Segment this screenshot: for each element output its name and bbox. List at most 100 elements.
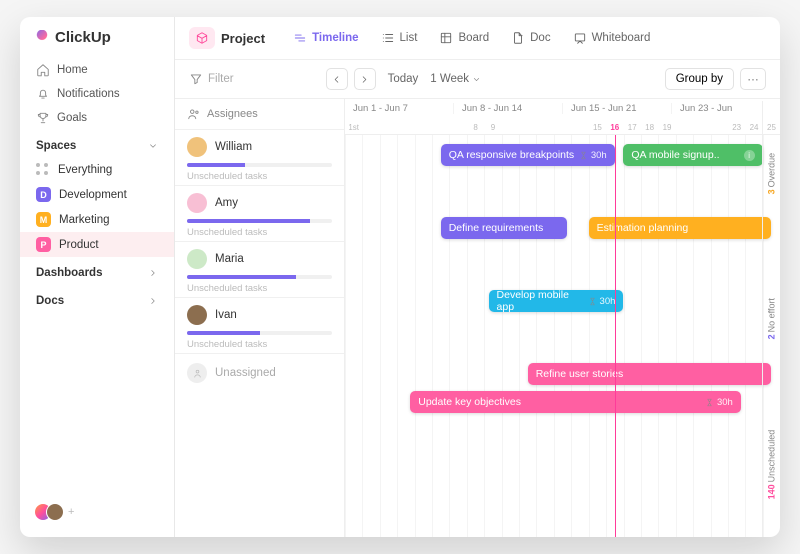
day-label: 16 bbox=[606, 123, 623, 132]
prev-button[interactable] bbox=[326, 68, 348, 90]
assignee-header[interactable]: Assignees bbox=[175, 99, 344, 129]
edge-unscheduled[interactable]: 140Unscheduled bbox=[763, 392, 780, 537]
day-label bbox=[711, 123, 728, 132]
today-indicator bbox=[615, 135, 616, 537]
tab-board[interactable]: Board bbox=[431, 27, 497, 49]
space-badge-m: M bbox=[36, 212, 51, 227]
tab-timeline-label: Timeline bbox=[312, 32, 358, 44]
day-label: 15 bbox=[589, 123, 606, 132]
task-label: Update key objectives bbox=[418, 396, 521, 408]
tab-list[interactable]: List bbox=[373, 27, 426, 49]
filter-button[interactable]: Filter bbox=[189, 72, 234, 86]
brand-logo[interactable]: ClickUp bbox=[20, 29, 174, 58]
assignee-name: William bbox=[215, 141, 252, 153]
filter-icon bbox=[189, 72, 203, 86]
task-label: QA mobile signup.. bbox=[631, 149, 719, 161]
nav-goals[interactable]: Goals bbox=[28, 106, 166, 130]
edge-summary: 3Overdue 2No effort 140Unscheduled bbox=[762, 101, 780, 537]
day-label bbox=[380, 123, 397, 132]
day-label: 9 bbox=[484, 123, 501, 132]
space-everything[interactable]: Everything bbox=[20, 158, 174, 182]
hourglass-icon bbox=[579, 151, 588, 160]
task-meta: 30h bbox=[600, 296, 616, 307]
progress-bar bbox=[187, 219, 332, 223]
task-label: Define requirements bbox=[449, 222, 544, 234]
avatar bbox=[187, 137, 207, 157]
spaces-header[interactable]: Spaces bbox=[20, 130, 174, 158]
today-label[interactable]: Today bbox=[388, 73, 419, 85]
timeline-canvas[interactable]: Jun 1 - Jun 7 Jun 8 - Jun 14 Jun 15 - Ju… bbox=[345, 99, 780, 537]
tab-whiteboard[interactable]: Whiteboard bbox=[565, 27, 659, 49]
tab-doc[interactable]: Doc bbox=[503, 27, 558, 49]
nav-home-label: Home bbox=[57, 64, 88, 76]
task-qa-responsive[interactable]: QA responsive breakpoints 30h bbox=[441, 144, 615, 166]
day-label bbox=[397, 123, 414, 132]
day-label bbox=[693, 123, 710, 132]
day-label: 1st bbox=[345, 123, 362, 132]
task-label: QA responsive breakpoints bbox=[449, 149, 575, 161]
task-qa-mobile[interactable]: QA mobile signup.. i bbox=[623, 144, 762, 166]
assignee-row-ivan[interactable]: Ivan Unscheduled tasks bbox=[175, 297, 344, 353]
trophy-icon bbox=[36, 111, 50, 125]
unscheduled-label: Unscheduled tasks bbox=[187, 283, 332, 294]
day-label bbox=[449, 123, 466, 132]
task-refine-stories[interactable]: Refine user stories bbox=[528, 363, 772, 385]
task-label: Develop mobile app bbox=[497, 290, 588, 312]
filter-label: Filter bbox=[208, 73, 234, 85]
app-window: ClickUp Home Notifications Goals Spaces … bbox=[20, 17, 780, 537]
space-development-label: Development bbox=[59, 189, 127, 201]
tab-list-label: List bbox=[400, 32, 418, 44]
chevron-right-icon bbox=[148, 268, 158, 278]
assignee-row-maria[interactable]: Maria Unscheduled tasks bbox=[175, 241, 344, 297]
edge-overdue[interactable]: 3Overdue bbox=[763, 101, 780, 246]
project-chip[interactable] bbox=[189, 27, 215, 49]
docs-header[interactable]: Docs bbox=[20, 285, 174, 313]
day-label bbox=[536, 123, 553, 132]
task-update-objectives[interactable]: Update key objectives 30h bbox=[410, 391, 741, 413]
assignee-row-william[interactable]: William Unscheduled tasks bbox=[175, 129, 344, 185]
timeline-icon bbox=[293, 31, 307, 45]
day-label bbox=[432, 123, 449, 132]
range-select[interactable]: 1 Week bbox=[430, 73, 481, 85]
task-estimation-planning[interactable]: Estimation planning bbox=[589, 217, 772, 239]
avatar bbox=[187, 193, 207, 213]
task-define-requirements[interactable]: Define requirements bbox=[441, 217, 567, 239]
task-develop-mobile[interactable]: Develop mobile app 30h bbox=[489, 290, 624, 312]
grid-icon bbox=[36, 163, 50, 177]
info-icon: i bbox=[744, 150, 755, 161]
progress-bar bbox=[187, 331, 332, 335]
assignee-row-amy[interactable]: Amy Unscheduled tasks bbox=[175, 185, 344, 241]
day-label: 18 bbox=[641, 123, 658, 132]
day-label bbox=[502, 123, 519, 132]
more-button[interactable]: ⋯ bbox=[740, 68, 766, 90]
task-meta: 30h bbox=[717, 397, 733, 408]
nav-notifications[interactable]: Notifications bbox=[28, 82, 166, 106]
dashboards-header[interactable]: Dashboards bbox=[20, 257, 174, 285]
next-button[interactable] bbox=[354, 68, 376, 90]
avatar bbox=[187, 305, 207, 325]
unscheduled-label: Unscheduled tasks bbox=[187, 171, 332, 182]
user-avatars[interactable]: + bbox=[20, 495, 174, 529]
space-development[interactable]: D Development bbox=[20, 182, 174, 207]
timeline-body: Assignees William Unscheduled tasks Amy … bbox=[175, 99, 780, 537]
tab-board-label: Board bbox=[458, 32, 489, 44]
add-user-icon[interactable]: + bbox=[68, 506, 74, 518]
project-label: Project bbox=[221, 31, 265, 46]
group-by-button[interactable]: Group by bbox=[665, 68, 734, 90]
assignee-row-unassigned[interactable]: Unassigned bbox=[175, 353, 344, 388]
task-meta: 30h bbox=[591, 150, 607, 161]
space-marketing[interactable]: M Marketing bbox=[20, 207, 174, 232]
day-label: 24 bbox=[745, 123, 762, 132]
tab-timeline[interactable]: Timeline bbox=[285, 27, 366, 49]
week-label: Jun 1 - Jun 7 bbox=[345, 103, 453, 114]
space-product[interactable]: P Product bbox=[20, 232, 174, 257]
edge-noeffort[interactable]: 2No effort bbox=[763, 246, 780, 391]
chevron-down-icon bbox=[148, 141, 158, 151]
day-label: 23 bbox=[728, 123, 745, 132]
brand-name: ClickUp bbox=[55, 29, 111, 46]
chevron-down-icon bbox=[472, 75, 481, 84]
unscheduled-label: Unscheduled tasks bbox=[187, 339, 332, 350]
space-badge-d: D bbox=[36, 187, 51, 202]
nav-home[interactable]: Home bbox=[28, 58, 166, 82]
whiteboard-icon bbox=[573, 31, 587, 45]
